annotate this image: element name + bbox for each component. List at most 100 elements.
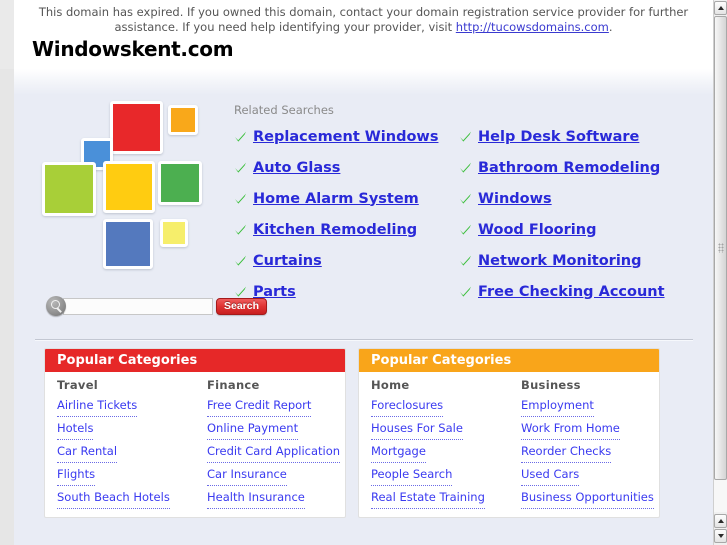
related-item[interactable]: Windows bbox=[459, 183, 684, 214]
scroll-up-button-top[interactable] bbox=[714, 1, 727, 15]
category-link[interactable]: Used Cars bbox=[521, 463, 580, 486]
triangle-up-icon bbox=[717, 519, 724, 523]
expiry-notice: This domain has expired. If you owned th… bbox=[14, 0, 713, 34]
scrollbar-track[interactable] bbox=[714, 16, 727, 512]
related-item[interactable]: Network Monitoring bbox=[459, 245, 684, 276]
vertical-scrollbar[interactable] bbox=[713, 0, 727, 545]
search-bar: Search bbox=[46, 295, 268, 317]
category-link[interactable]: Mortgage bbox=[371, 440, 426, 463]
related-column-left: Replacement Windows Auto Glass Home Alar… bbox=[234, 121, 459, 307]
check-icon bbox=[459, 192, 472, 205]
related-item[interactable]: Kitchen Remodeling bbox=[234, 214, 459, 245]
category-link[interactable]: Employment bbox=[521, 394, 594, 417]
related-link[interactable]: Help Desk Software bbox=[478, 129, 639, 145]
triangle-down-icon bbox=[717, 534, 724, 538]
category-link[interactable]: Credit Card Application bbox=[207, 440, 341, 463]
check-icon bbox=[234, 285, 247, 298]
category-link[interactable]: Houses For Sale bbox=[371, 417, 463, 440]
related-link[interactable]: Auto Glass bbox=[253, 160, 340, 176]
logo-square-green bbox=[158, 161, 202, 205]
related-item[interactable]: Free Checking Account bbox=[459, 276, 684, 307]
check-icon bbox=[234, 161, 247, 174]
category-link[interactable]: Online Payment bbox=[207, 417, 299, 440]
category-link[interactable]: South Beach Hotels bbox=[57, 486, 170, 509]
category-link[interactable]: Real Estate Training bbox=[371, 486, 485, 509]
category-link[interactable]: Car Rental bbox=[57, 440, 118, 463]
tucows-link[interactable]: http://tucowsdomains.com bbox=[456, 20, 609, 34]
category-link[interactable]: Flights bbox=[57, 463, 96, 486]
scroll-down-button[interactable] bbox=[714, 529, 727, 543]
logo-square-red bbox=[110, 101, 163, 154]
category-heading: Home bbox=[371, 378, 410, 392]
category-link[interactable]: Work From Home bbox=[521, 417, 620, 440]
scrollbar-grip bbox=[718, 243, 724, 253]
logo-graphic bbox=[40, 97, 220, 275]
category-heading: Business bbox=[521, 378, 581, 392]
category-heading: Finance bbox=[207, 378, 260, 392]
logo-square-blue bbox=[103, 219, 153, 269]
category-column-finance: Finance Free Credit Report Online Paymen… bbox=[195, 378, 345, 509]
left-gutter-lower bbox=[0, 69, 14, 545]
related-link[interactable]: Wood Flooring bbox=[478, 222, 596, 238]
related-link[interactable]: Free Checking Account bbox=[478, 284, 665, 300]
search-input[interactable] bbox=[63, 297, 213, 315]
category-link[interactable]: Free Credit Report bbox=[207, 394, 312, 417]
magnifier-icon bbox=[46, 296, 66, 316]
related-item[interactable]: Help Desk Software bbox=[459, 121, 684, 152]
related-link[interactable]: Kitchen Remodeling bbox=[253, 222, 417, 238]
related-link[interactable]: Bathroom Remodeling bbox=[478, 160, 660, 176]
check-icon bbox=[234, 130, 247, 143]
logo-square-green-light bbox=[42, 162, 96, 216]
check-icon bbox=[459, 130, 472, 143]
category-link[interactable]: Reorder Checks bbox=[521, 440, 612, 463]
related-link[interactable]: Curtains bbox=[253, 253, 322, 269]
check-icon bbox=[234, 223, 247, 236]
related-link[interactable]: Network Monitoring bbox=[478, 253, 642, 269]
check-icon bbox=[459, 254, 472, 267]
related-item[interactable]: Parts bbox=[234, 276, 459, 307]
category-link[interactable]: Airline Tickets bbox=[57, 394, 138, 417]
scroll-up-button-bottom[interactable] bbox=[714, 514, 727, 528]
related-searches-label: Related Searches bbox=[234, 103, 334, 117]
category-column-home: Home Foreclosures Houses For Sale Mortga… bbox=[359, 378, 509, 509]
related-searches-list: Replacement Windows Auto Glass Home Alar… bbox=[234, 121, 684, 307]
category-link[interactable]: Health Insurance bbox=[207, 486, 305, 509]
related-item[interactable]: Auto Glass bbox=[234, 152, 459, 183]
related-link[interactable]: Replacement Windows bbox=[253, 129, 438, 145]
check-icon bbox=[459, 223, 472, 236]
related-link[interactable]: Parts bbox=[253, 284, 296, 300]
page-title: Windowskent.com bbox=[32, 37, 234, 61]
category-box-right: Popular Categories Home Foreclosures Hou… bbox=[358, 348, 660, 518]
page-surface: This domain has expired. If you owned th… bbox=[14, 0, 713, 545]
related-item[interactable]: Wood Flooring bbox=[459, 214, 684, 245]
category-heading: Travel bbox=[57, 378, 99, 392]
category-column-travel: Travel Airline Tickets Hotels Car Rental… bbox=[45, 378, 195, 509]
category-column-business: Business Employment Work From Home Reord… bbox=[509, 378, 659, 509]
related-column-right: Help Desk Software Bathroom Remodeling W… bbox=[459, 121, 684, 307]
category-link[interactable]: Hotels bbox=[57, 417, 94, 440]
scrollbar-thumb[interactable] bbox=[714, 16, 727, 480]
related-item[interactable]: Replacement Windows bbox=[234, 121, 459, 152]
related-link[interactable]: Home Alarm System bbox=[253, 191, 419, 207]
category-link[interactable]: Business Opportunities bbox=[521, 486, 654, 509]
header-fade bbox=[14, 69, 713, 95]
category-link[interactable]: Car Insurance bbox=[207, 463, 287, 486]
category-link[interactable]: People Search bbox=[371, 463, 453, 486]
logo-square-orange bbox=[168, 105, 198, 135]
browser-viewport: This domain has expired. If you owned th… bbox=[0, 0, 727, 545]
section-divider bbox=[35, 339, 693, 341]
category-box-right-title: Popular Categories bbox=[359, 349, 659, 372]
related-item[interactable]: Bathroom Remodeling bbox=[459, 152, 684, 183]
check-icon bbox=[234, 192, 247, 205]
main-content: Search Related Searches Replacement Wind… bbox=[14, 95, 713, 343]
notice-text-after: . bbox=[608, 20, 613, 34]
popular-categories-section: Popular Categories Travel Airline Ticket… bbox=[44, 348, 688, 518]
related-link[interactable]: Windows bbox=[478, 191, 552, 207]
category-box-left-title: Popular Categories bbox=[45, 349, 345, 372]
related-item[interactable]: Curtains bbox=[234, 245, 459, 276]
related-item[interactable]: Home Alarm System bbox=[234, 183, 459, 214]
logo-square-pale-yellow bbox=[160, 219, 188, 247]
category-box-left: Popular Categories Travel Airline Ticket… bbox=[44, 348, 346, 518]
triangle-up-icon bbox=[717, 6, 724, 10]
category-link[interactable]: Foreclosures bbox=[371, 394, 444, 417]
